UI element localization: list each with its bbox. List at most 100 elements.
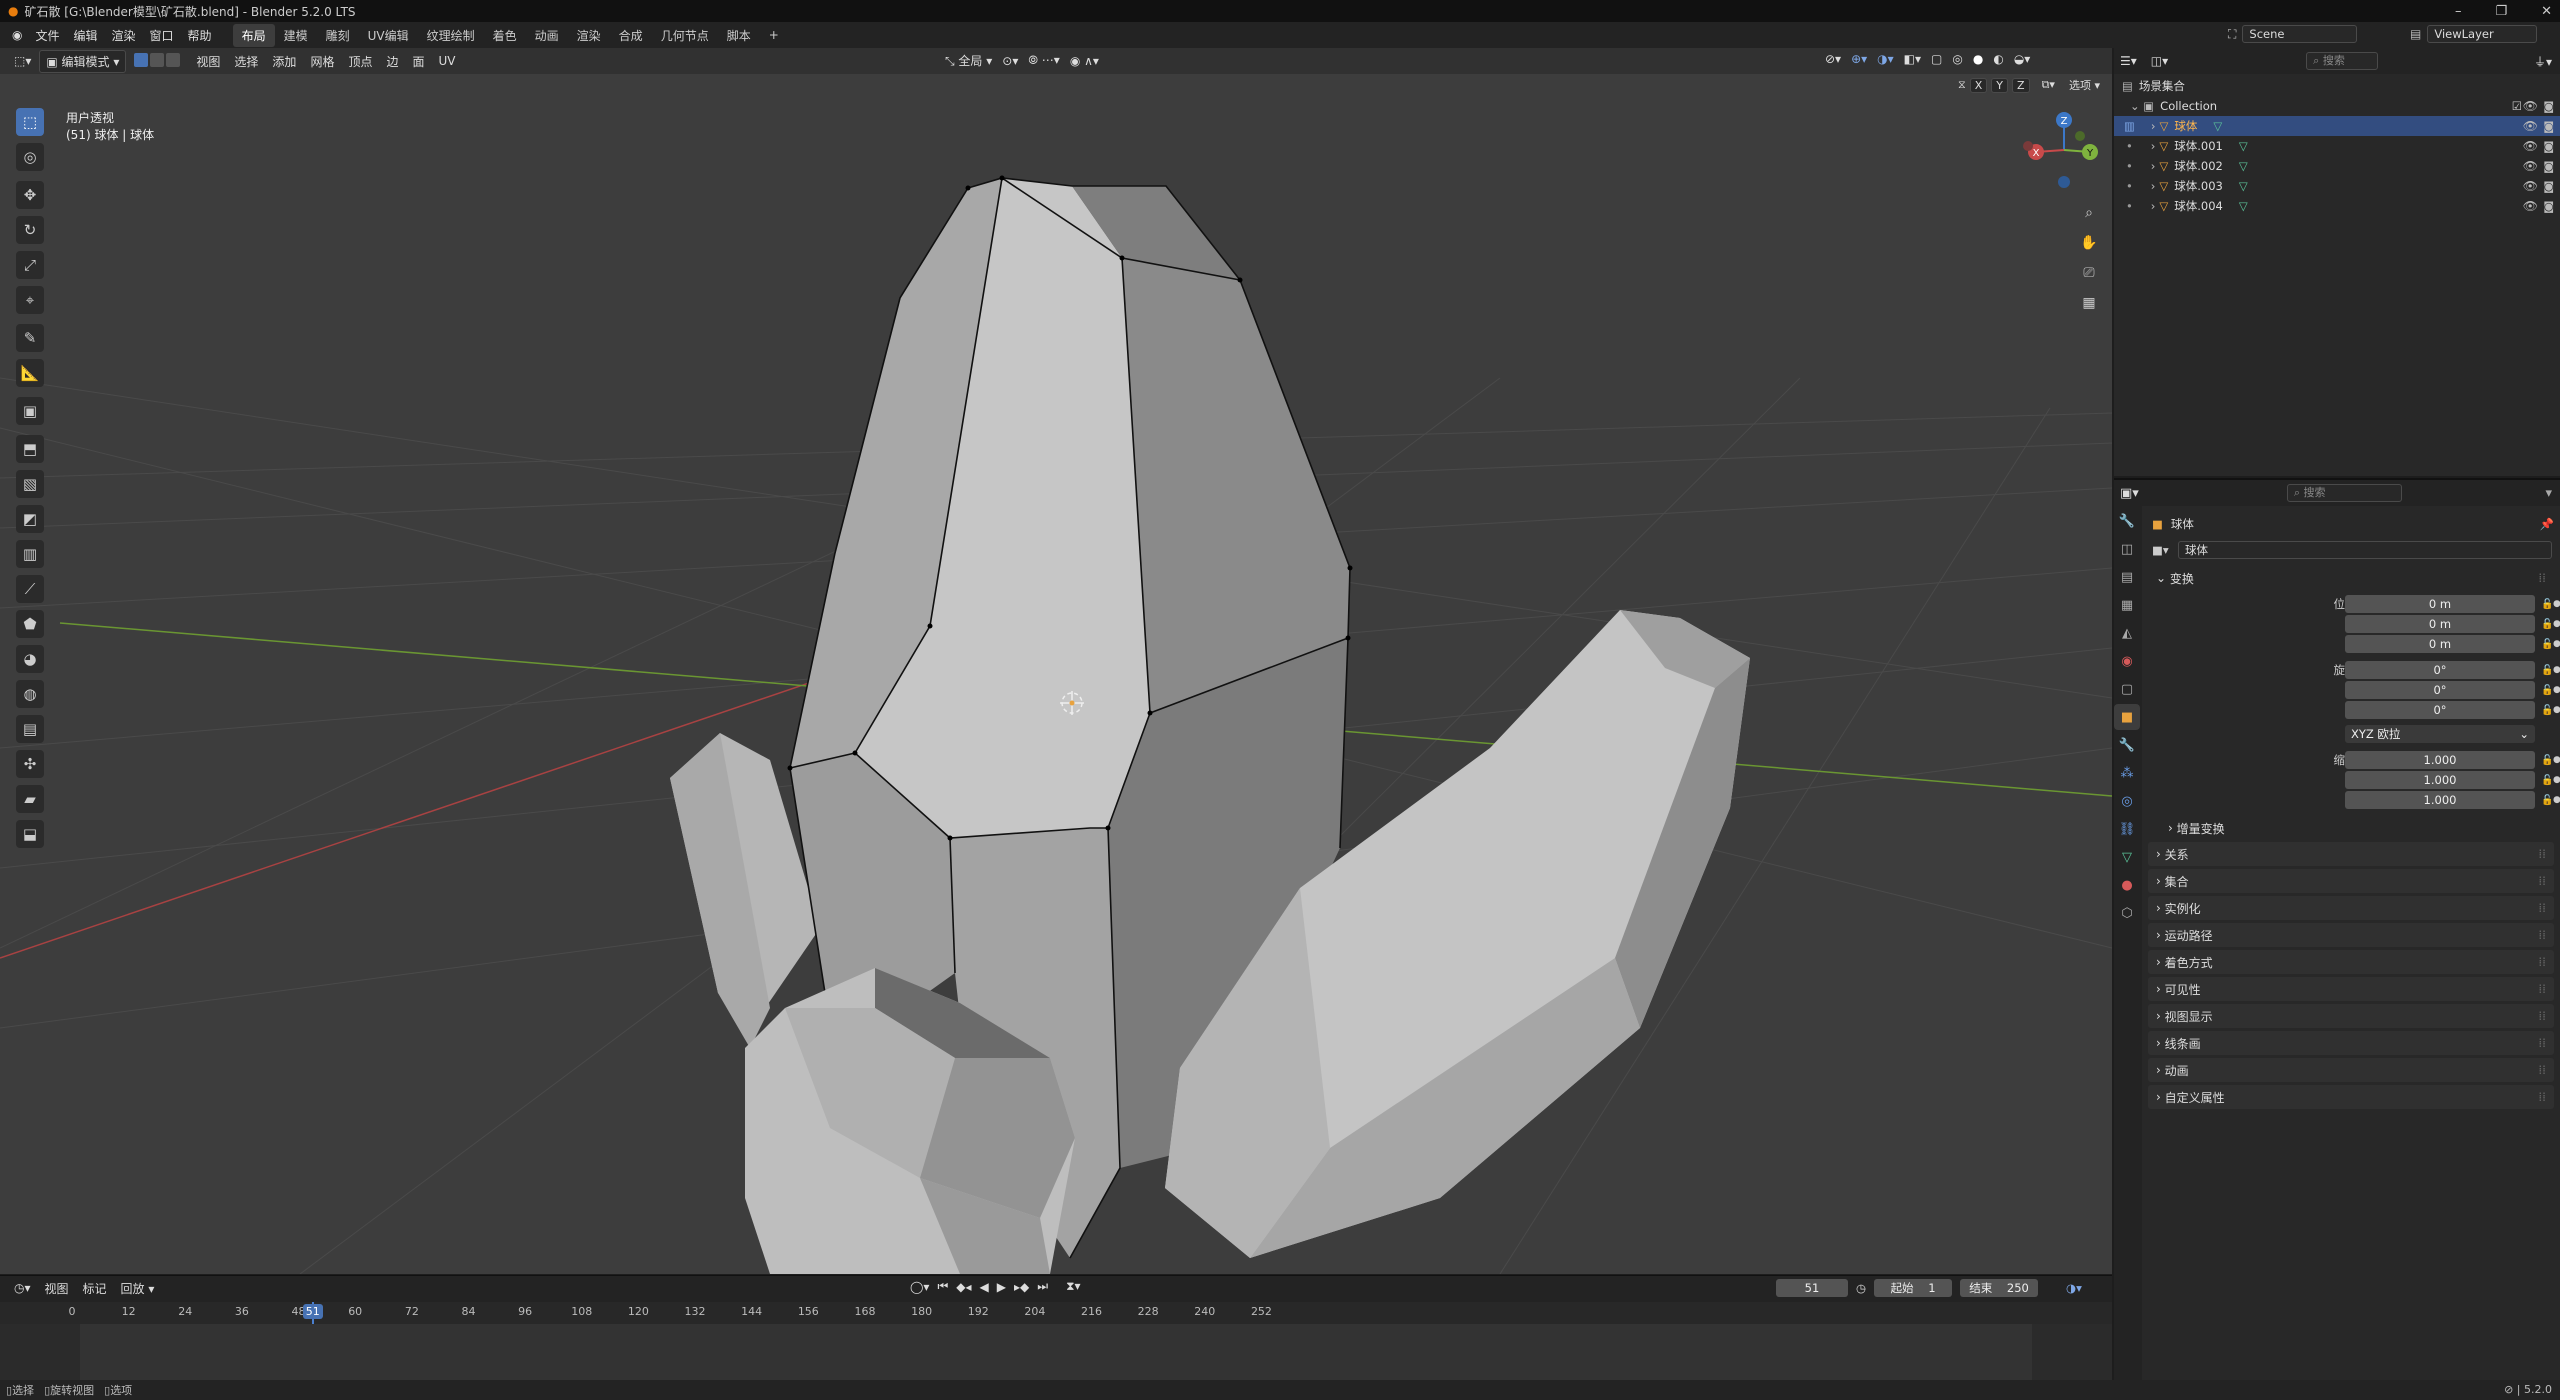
minimize-button[interactable]: –	[2455, 4, 2462, 19]
menu-add[interactable]: 添加	[266, 51, 302, 72]
extrude-icon[interactable]: ⬒	[16, 435, 44, 463]
collection-checkbox-icon[interactable]: ☑	[2512, 99, 2522, 113]
eye-icon[interactable]: 👁	[2523, 139, 2538, 153]
tab-scripting[interactable]: 脚本	[718, 24, 760, 47]
outliner-root[interactable]: ▤ 场景集合	[2114, 76, 2560, 96]
pivot-icon[interactable]: ⊙▾	[1002, 54, 1018, 68]
keying-icon[interactable]: ⧗▾	[1066, 1279, 1080, 1294]
menu-edge[interactable]: 边	[380, 51, 404, 72]
camera-icon[interactable]: ◙	[2543, 180, 2554, 193]
eye-icon[interactable]: 👁	[2523, 179, 2538, 193]
bevel-icon[interactable]: ◩	[16, 505, 44, 533]
object-datablock-icon[interactable]: ■▾	[2152, 543, 2169, 557]
outliner-editor-type-icon[interactable]: ☰▾	[2114, 52, 2143, 70]
options-dropdown[interactable]: 选项 ▾	[2069, 77, 2100, 93]
drag-handle-icon[interactable]: ⁞⁞	[2538, 1063, 2546, 1077]
smooth-icon[interactable]: ◍	[16, 680, 44, 708]
edit-mode-icon[interactable]: ▥	[2124, 119, 2135, 133]
jump-start-icon[interactable]: ⏮	[937, 1279, 948, 1294]
measure-icon[interactable]: 📐	[16, 359, 44, 387]
tool-tab-icon[interactable]: 🔧	[2114, 508, 2140, 534]
menu-view[interactable]: 视图	[190, 51, 226, 72]
expand-icon[interactable]: ›	[2151, 159, 2156, 173]
outliner-object-4[interactable]: • › ▽ 球体.004 ▽ 👁 ◙	[2114, 196, 2560, 216]
proportional-edit-icon[interactable]: ◉ ∧▾	[1070, 54, 1099, 68]
rotation-z-field[interactable]: 0°	[2345, 701, 2535, 719]
material-tab-icon[interactable]: ●	[2114, 872, 2140, 898]
tab-layout[interactable]: 布局	[232, 23, 275, 47]
object-name-field[interactable]: 球体	[2178, 541, 2552, 559]
camera-view-icon[interactable]: ⎚	[2076, 260, 2102, 286]
constraints-tab-icon[interactable]: ⛓	[2114, 816, 2140, 842]
rotate-icon[interactable]: ↻	[16, 216, 44, 244]
location-x-field[interactable]: 0 m	[2345, 595, 2535, 613]
shrink-icon[interactable]: ✣	[16, 750, 44, 778]
current-frame-field[interactable]: 51	[1776, 1279, 1848, 1297]
collection-tab-icon[interactable]: ▢	[2114, 676, 2140, 702]
blender-menu-icon[interactable]: ◉	[6, 28, 28, 42]
section-animation[interactable]: › 动画 ⁞⁞	[2148, 1058, 2554, 1082]
keyframe-dot-icon[interactable]: ●	[2553, 755, 2560, 765]
keyframe-dot-icon[interactable]: ●	[2553, 775, 2560, 785]
playhead-frame-label[interactable]: 51	[302, 1304, 323, 1319]
section-viewport-display[interactable]: › 视图显示 ⁞⁞	[2148, 1004, 2554, 1028]
play-reverse-icon[interactable]: ◀	[980, 1280, 989, 1294]
tab-sculpting[interactable]: 雕刻	[317, 24, 359, 47]
modifier-tab-icon[interactable]: 🔧	[2114, 732, 2140, 758]
drag-handle-icon[interactable]: ⁞⁞	[2538, 571, 2546, 585]
camera-icon[interactable]: ◙	[2543, 200, 2554, 213]
section-custom-properties[interactable]: › 自定义属性 ⁞⁞	[2148, 1085, 2554, 1109]
keyframe-dot-icon[interactable]: ●	[2553, 705, 2560, 715]
menu-face[interactable]: 面	[406, 51, 430, 72]
filter-icon[interactable]: ⏚▾	[2528, 51, 2558, 72]
rotation-x-field[interactable]: 0°	[2345, 661, 2535, 679]
next-key-icon[interactable]: ▸◆	[1014, 1280, 1029, 1294]
auto-key-icon[interactable]: ◯▾	[910, 1280, 929, 1294]
scene-field[interactable]: Scene	[2242, 25, 2358, 43]
scene-tab-icon[interactable]: ◭	[2114, 620, 2140, 646]
physics-tab-icon[interactable]: ◎	[2114, 788, 2140, 814]
end-frame-field[interactable]: 结束 250	[1960, 1279, 2039, 1297]
gizmo-toggle-icon[interactable]: ⊕▾	[1851, 52, 1867, 66]
outliner[interactable]: ☰▾ ◫▾ ⌕ 搜索 ⏚▾ ▤ 场景集合 ⌄ ▣ Collection ☑ 👁 …	[2114, 48, 2560, 476]
scale-icon[interactable]: ⤢	[16, 251, 44, 279]
eye-icon[interactable]: 👁	[2523, 99, 2538, 113]
view-layer-selector[interactable]: ▤ ViewLayer	[2410, 25, 2538, 43]
outliner-object-2[interactable]: • › ▽ 球体.002 ▽ 👁 ◙	[2114, 156, 2560, 176]
orientation-dropdown[interactable]: ⤡ 全局 ▾	[945, 52, 992, 69]
xray-icon[interactable]: ▢	[1931, 52, 1942, 66]
section-collections[interactable]: › 集合 ⁞⁞	[2148, 869, 2554, 893]
properties-options-icon[interactable]: ▾	[2545, 486, 2552, 501]
location-z-field[interactable]: 0 m	[2345, 635, 2535, 653]
uv-sync-icon[interactable]: ⧉▾	[2042, 78, 2055, 92]
mode-dropdown[interactable]: ▣ 编辑模式 ▾	[39, 49, 127, 73]
pan-hand-icon[interactable]: ✋	[2076, 230, 2102, 256]
frame-ruler[interactable]: 0 12 24 36 48 60 72 84 96 108 120 132 144 156 168 180 19…	[0, 1302, 2112, 1380]
camera-icon[interactable]: ◙	[2543, 100, 2554, 113]
face-select-icon[interactable]	[166, 52, 181, 67]
drag-handle-icon[interactable]: ⁞⁞	[2538, 1009, 2546, 1023]
menu-render[interactable]: 渲染	[105, 27, 143, 44]
rotation-mode-dropdown[interactable]: XYZ 欧拉 ⌄	[2345, 725, 2535, 743]
tab-texture-paint[interactable]: 纹理绘制	[418, 24, 484, 47]
menu-vertex[interactable]: 顶点	[342, 51, 378, 72]
add-workspace-button[interactable]: +	[760, 25, 788, 45]
keyframe-dot-icon[interactable]: ●	[2553, 685, 2560, 695]
timeline-overlay-icon[interactable]: ◑▾	[2066, 1281, 2082, 1295]
edge-select-icon[interactable]	[150, 52, 165, 67]
camera-icon[interactable]: ◙	[2543, 140, 2554, 153]
rip-icon[interactable]: ⬓	[16, 820, 44, 848]
drag-handle-icon[interactable]: ⁞⁞	[2538, 847, 2546, 861]
section-shading[interactable]: › 着色方式 ⁞⁞	[2148, 950, 2554, 974]
select-mode-group[interactable]	[128, 51, 188, 72]
zoom-icon[interactable]: ⌕	[2076, 200, 2102, 226]
menu-mesh[interactable]: 网格	[304, 51, 340, 72]
output-tab-icon[interactable]: ▤	[2114, 564, 2140, 590]
mesh-overlay-icon[interactable]: ◧▾	[1904, 52, 1921, 66]
lock-icon[interactable]: 🔓	[2541, 619, 2553, 630]
vertex-select-icon[interactable]	[134, 52, 149, 67]
tab-shading[interactable]: 着色	[484, 24, 526, 47]
scale-y-field[interactable]: 1.000	[2345, 771, 2535, 789]
timeline-menu-marker[interactable]: 标记	[77, 1278, 113, 1299]
navigation-gizmo[interactable]: Z X Y	[2020, 106, 2120, 196]
